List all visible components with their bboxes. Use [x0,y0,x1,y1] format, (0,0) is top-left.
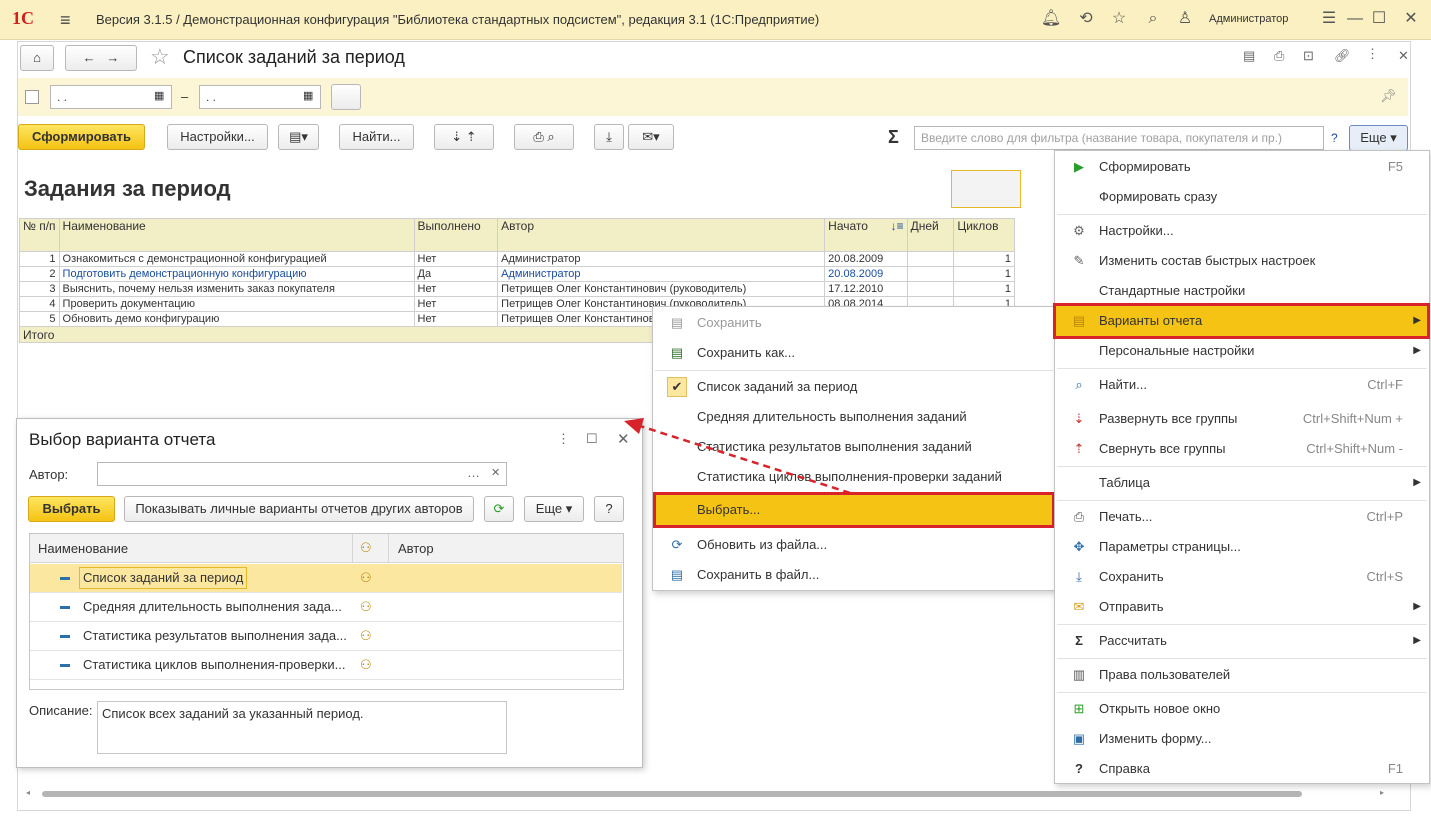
annotation-arrow [624,418,851,495]
